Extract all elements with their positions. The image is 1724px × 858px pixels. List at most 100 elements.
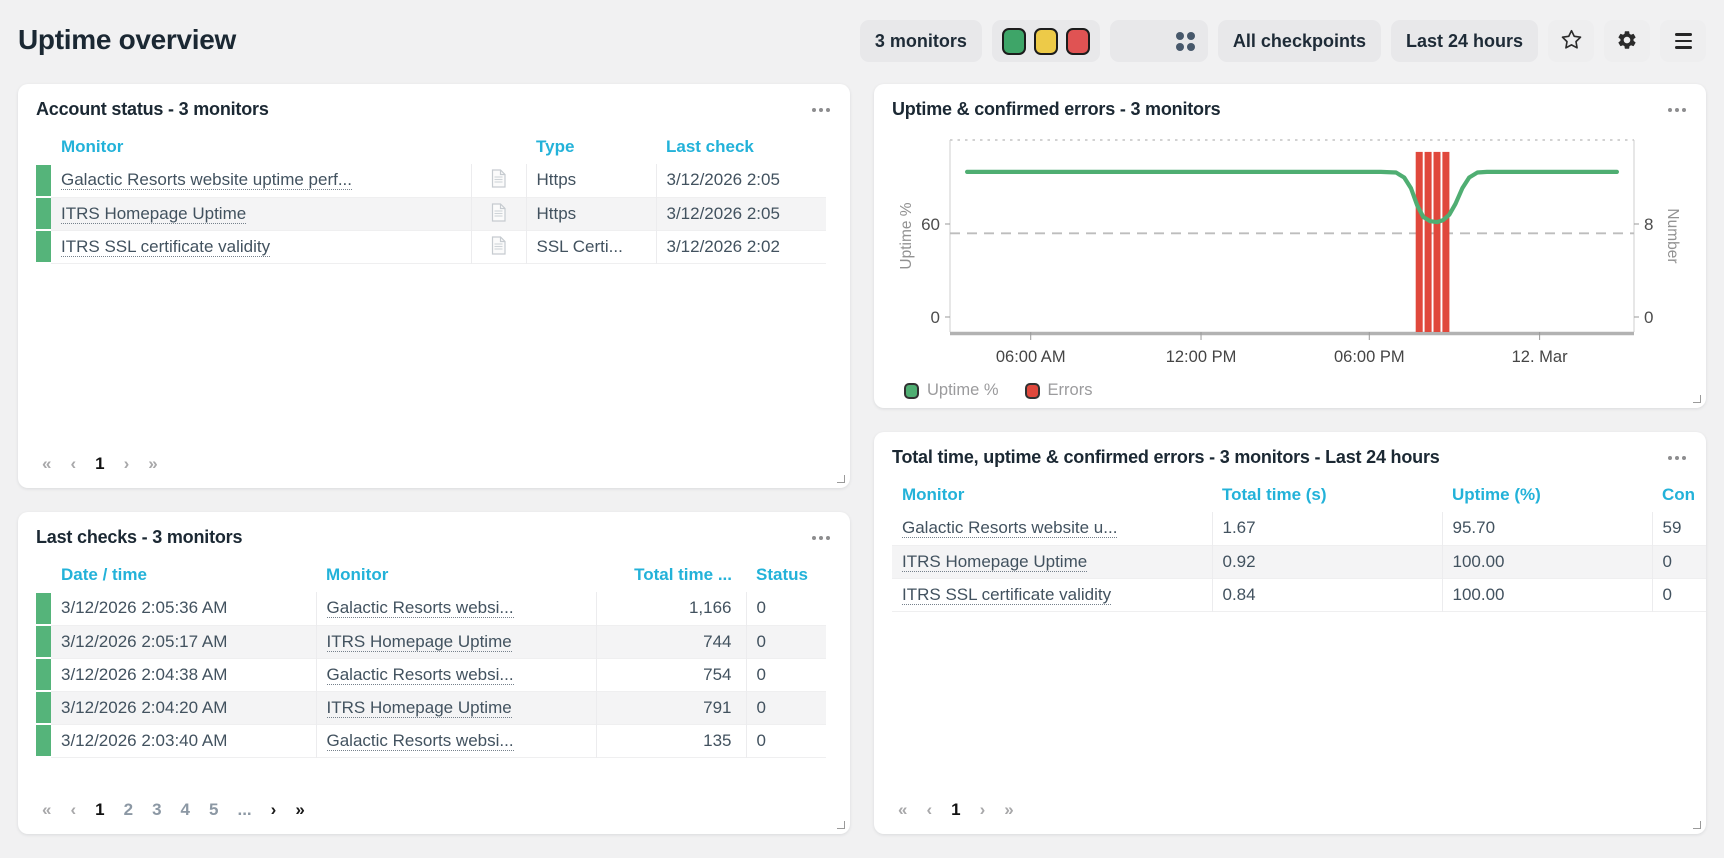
panel-menu-button[interactable] [1666, 102, 1688, 118]
page-arrow[interactable]: ‹ [926, 800, 932, 820]
monitor-type: Https [525, 164, 656, 197]
page-arrow[interactable]: › [271, 800, 277, 820]
table-row: 3/12/2026 2:04:38 AM Galactic Resorts web… [36, 657, 826, 692]
chart-legend: Uptime % Errors [904, 381, 1688, 400]
page-arrow[interactable]: « [42, 800, 51, 820]
page-link[interactable]: ... [237, 800, 251, 820]
checkpoints-filter-button[interactable]: All checkpoints [1217, 20, 1381, 62]
page-link[interactable]: 4 [181, 800, 190, 820]
column-header-datetime[interactable]: Date / time [51, 560, 316, 592]
monitor-link[interactable]: ITRS Homepage Uptime [315, 691, 596, 724]
status-indicator [36, 229, 51, 264]
table-row: ITRS SSL certificate validity SSL Certi..… [36, 229, 826, 264]
page-current[interactable]: 1 [95, 454, 104, 474]
column-header-monitor[interactable]: Monitor [892, 480, 1212, 512]
page-arrow[interactable]: « [42, 454, 51, 474]
monitor-link[interactable]: ITRS SSL certificate validity [892, 578, 1212, 611]
total-time-value: 1.67 [1211, 512, 1442, 545]
column-header-uptime[interactable]: Uptime (%) [1442, 480, 1652, 512]
monitor-link[interactable]: ITRS Homepage Uptime [51, 197, 471, 230]
check-datetime: 3/12/2026 2:04:20 AM [51, 691, 316, 724]
period-filter-button[interactable]: Last 24 hours [1390, 20, 1538, 62]
layout-grid-button[interactable] [1109, 20, 1208, 62]
resize-handle[interactable] [1693, 395, 1701, 403]
status-indicator [36, 196, 51, 231]
page-link[interactable]: 3 [152, 800, 161, 820]
monitor-link[interactable]: Galactic Resorts website u... [892, 512, 1212, 545]
legend-item-uptime[interactable]: Uptime % [904, 381, 999, 400]
page-arrow[interactable]: « [898, 800, 907, 820]
total-time-value: 1,166 [595, 592, 746, 625]
column-header-type[interactable]: Type [526, 132, 656, 164]
panel-title: Last checks - 3 monitors [36, 527, 243, 547]
monitor-link[interactable]: Galactic Resorts websi... [315, 658, 596, 691]
panel-title: Uptime & confirmed errors - 3 monitors [892, 99, 1221, 119]
settings-button[interactable] [1604, 20, 1650, 62]
legend-label: Errors [1047, 381, 1093, 399]
monitor-link[interactable]: Galactic Resorts website uptime perf... [51, 164, 471, 197]
check-datetime: 3/12/2026 2:05:36 AM [61, 598, 228, 618]
status-indicator [36, 591, 51, 626]
status-green-chip [1001, 27, 1026, 55]
column-header-total-time[interactable]: Total time (s) [1212, 480, 1442, 512]
page-arrow[interactable]: » [295, 800, 304, 820]
check-datetime: 3/12/2026 2:04:38 AM [61, 664, 228, 684]
totals-pagination: « ‹ 1 › » [898, 800, 1014, 820]
favorite-button[interactable] [1548, 20, 1594, 62]
table-row: Galactic Resorts website u... 1.67 95.70 59 [892, 512, 1706, 545]
panel-menu-button[interactable] [1666, 450, 1688, 466]
page-link[interactable]: 5 [209, 800, 218, 820]
monitor-link[interactable]: ITRS Homepage Uptime [315, 625, 596, 658]
uptime-value: 95.70 [1441, 512, 1652, 545]
last-checks-pagination: « ‹ 1 2 3 4 5... › » [42, 800, 305, 820]
legend-label: Uptime % [927, 381, 999, 399]
panel-menu-button[interactable] [810, 530, 832, 546]
column-header-monitor[interactable]: Monitor [51, 132, 471, 164]
column-header-monitor[interactable]: Monitor [316, 560, 596, 592]
last-checks-table: Date / time Monitor Total time ... Statu… [36, 560, 826, 758]
table-row: 3/12/2026 2:03:40 AM Galactic Resorts web… [36, 723, 826, 758]
menu-button[interactable] [1660, 20, 1706, 62]
status-colors-button[interactable] [991, 20, 1100, 62]
page-current[interactable]: 1 [951, 800, 960, 820]
page-arrow[interactable]: ‹ [70, 454, 76, 474]
status-indicator [36, 657, 51, 692]
table-row: 3/12/2026 2:05:17 AM ITRS Homepage Uptime… [36, 624, 826, 659]
monitor-link[interactable]: ITRS Homepage Uptime [892, 545, 1212, 578]
status-indicator [36, 624, 51, 659]
legend-item-errors[interactable]: Errors [1024, 381, 1093, 400]
monitor-link[interactable]: ITRS SSL certificate validity [51, 230, 471, 263]
page-current[interactable]: 1 [95, 800, 104, 820]
total-time-value: 754 [595, 658, 746, 691]
account-status-table: Monitor Type Last check Galactic Resorts… [36, 132, 826, 264]
column-header-total-time[interactable]: Total time ... [596, 560, 746, 592]
svg-text:0: 0 [931, 308, 940, 327]
page-arrow[interactable]: » [148, 454, 157, 474]
resize-handle[interactable] [1693, 821, 1701, 829]
chart-svg: 0 60 0 8 06:00 AM 12:00 PM 06:00 PM 12. Mar Upti… [898, 139, 1681, 366]
page-arrow[interactable]: › [980, 800, 986, 820]
page-arrow[interactable]: ‹ [70, 800, 76, 820]
page-link[interactable]: 2 [124, 800, 133, 820]
column-header-confirmed[interactable]: Con [1652, 480, 1706, 512]
monitor-link[interactable]: Galactic Resorts websi... [315, 592, 596, 625]
total-time-value: 135 [595, 724, 746, 757]
resize-handle[interactable] [837, 475, 845, 483]
panel-title: Account status - 3 monitors [36, 99, 269, 119]
status-indicator [36, 163, 51, 198]
file-text-icon[interactable] [470, 197, 526, 230]
hamburger-icon [1674, 33, 1692, 49]
file-text-icon[interactable] [470, 230, 526, 263]
resize-handle[interactable] [837, 821, 845, 829]
monitor-link[interactable]: Galactic Resorts websi... [315, 724, 596, 757]
column-header-status[interactable]: Status [746, 560, 826, 592]
status-value: 0 [745, 625, 826, 658]
monitors-filter-button[interactable]: 3 monitors [859, 20, 982, 62]
file-text-icon[interactable] [470, 164, 526, 197]
svg-text:06:00 PM: 06:00 PM [1334, 348, 1405, 366]
page-arrow[interactable]: › [124, 454, 130, 474]
column-header-last-check[interactable]: Last check [656, 132, 826, 164]
check-datetime: 3/12/2026 2:03:40 AM [61, 730, 228, 750]
page-arrow[interactable]: » [1004, 800, 1013, 820]
panel-menu-button[interactable] [810, 102, 832, 118]
